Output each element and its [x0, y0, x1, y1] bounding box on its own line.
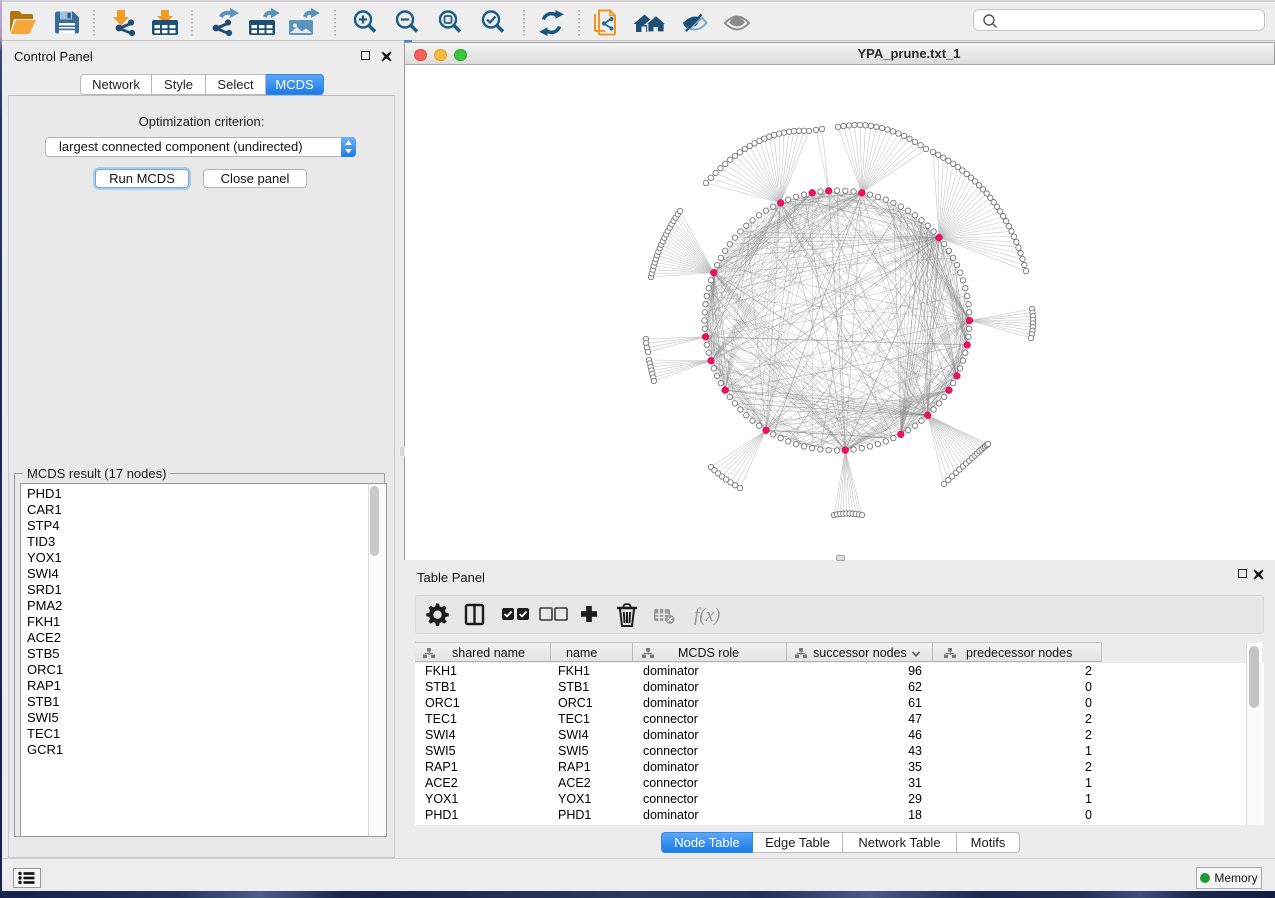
svg-text:MCDS role: MCDS role	[678, 646, 739, 660]
svg-text:successor nodes: successor nodes	[813, 646, 907, 660]
svg-text:shared name: shared name	[452, 646, 525, 660]
svg-text:predecessor nodes: predecessor nodes	[966, 646, 1072, 660]
svg-text:name: name	[566, 646, 597, 660]
svg-text:f(x): f(x)	[694, 605, 720, 626]
